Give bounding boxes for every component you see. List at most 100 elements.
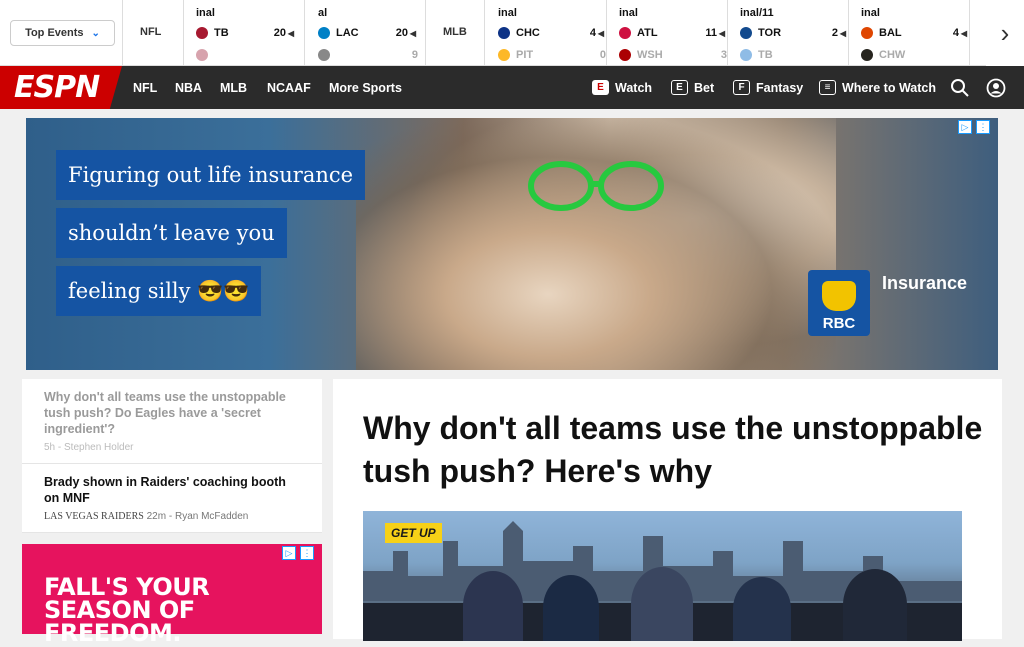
nav-link-nba[interactable]: NBA bbox=[175, 66, 202, 109]
bet-icon: E bbox=[671, 80, 688, 95]
article-headline[interactable]: Why don't all teams use the unstoppable … bbox=[363, 407, 983, 493]
team-score: 20 bbox=[395, 27, 408, 39]
team-row: CHW bbox=[861, 49, 969, 61]
divider bbox=[304, 0, 305, 66]
chevron-right-icon: › bbox=[1000, 17, 1010, 48]
scores-next-button[interactable]: › bbox=[986, 0, 1024, 66]
divider bbox=[484, 0, 485, 66]
team-row: TB bbox=[740, 49, 848, 61]
winner-arrow-icon: ◀ bbox=[409, 28, 417, 38]
team-score: 20 bbox=[273, 27, 286, 39]
ad-menu-icon: ⋮ bbox=[300, 546, 314, 560]
bet-link[interactable]: E Bet bbox=[671, 66, 714, 109]
nav-link-ncaaf[interactable]: NCAAF bbox=[267, 66, 311, 109]
story-author: Stephen Holder bbox=[64, 442, 134, 453]
top-events-dropdown[interactable]: Top Events ⌄ bbox=[10, 20, 115, 46]
where-to-watch-label: Where to Watch bbox=[842, 80, 936, 95]
team-score: 3 bbox=[720, 49, 727, 61]
game-status: inal bbox=[196, 7, 215, 19]
team-logo-icon bbox=[619, 49, 631, 61]
league-label-mlb[interactable]: MLB bbox=[443, 26, 467, 38]
team-logo-icon bbox=[196, 49, 208, 61]
ad-tagline: Insurance bbox=[882, 273, 968, 293]
nav-link-more-sports[interactable]: More Sports bbox=[329, 66, 402, 109]
headlines-sidebar: Why don't all teams use the unstoppable … bbox=[22, 379, 322, 533]
winner-arrow-icon: ◀ bbox=[597, 28, 605, 38]
ad-headline-line-2: shouldn’t leave you bbox=[56, 208, 287, 258]
team-score: 4 bbox=[589, 27, 596, 39]
insurance-ad-banner[interactable]: Figuring out life insurance shouldn’t le… bbox=[26, 118, 998, 370]
game-card[interactable]: inal/11 TOR 2 ◀ TB bbox=[740, 0, 848, 66]
team-logo-icon bbox=[498, 27, 510, 39]
team-abbr: LAC bbox=[336, 27, 359, 39]
team-row: BAL 4 ◀ bbox=[861, 27, 969, 39]
sidebar-ad-text: FALL'S YOUR SEASON OF FREEDOM. bbox=[44, 573, 210, 647]
game-card[interactable]: inal BAL 4 ◀ CHW bbox=[861, 0, 969, 66]
host-figure bbox=[843, 569, 907, 641]
game-status: inal bbox=[619, 7, 638, 19]
list-item[interactable]: Brady shown in Raiders' coaching booth o… bbox=[22, 464, 322, 533]
team-score: 0 bbox=[599, 49, 606, 61]
team-logo-icon bbox=[740, 49, 752, 61]
team-row: LAC 20 ◀ bbox=[318, 27, 418, 39]
team-logo-icon bbox=[740, 27, 752, 39]
team-row: TB 20 ◀ bbox=[196, 27, 296, 39]
ad-choices[interactable]: ▷ ⋮ bbox=[282, 546, 314, 560]
team-abbr: TB bbox=[214, 27, 229, 39]
search-button[interactable] bbox=[950, 66, 970, 109]
watch-label: Watch bbox=[615, 80, 653, 95]
rbc-lion-icon bbox=[822, 281, 856, 311]
top-events-label: Top Events bbox=[25, 27, 84, 39]
main-nav: ESPN NFL NBA MLB NCAAF More Sports E Wat… bbox=[0, 66, 1024, 109]
divider bbox=[727, 0, 728, 66]
host-figure bbox=[733, 577, 791, 641]
story-time: 22m bbox=[146, 511, 167, 522]
hero-article: Why don't all teams use the unstoppable … bbox=[333, 379, 1002, 641]
fantasy-link[interactable]: F Fantasy bbox=[733, 66, 803, 109]
team-abbr: TOR bbox=[758, 27, 782, 39]
team-row: ATL 11 ◀ bbox=[619, 27, 727, 39]
game-status: inal/11 bbox=[740, 7, 774, 19]
story-meta: Las Vegas Raiders 22m - Ryan McFadden bbox=[44, 511, 249, 522]
story-title: Brady shown in Raiders' coaching booth o… bbox=[44, 475, 286, 505]
team-logo-icon bbox=[196, 27, 208, 39]
profile-button[interactable] bbox=[986, 66, 1006, 109]
ad-headline-line-3: feeling silly 😎😎 bbox=[56, 266, 262, 316]
ad-choices[interactable]: ▷ ⋮ bbox=[958, 120, 990, 134]
tv-guide-icon: ≡ bbox=[819, 80, 836, 95]
story-author: Ryan McFadden bbox=[174, 511, 249, 522]
game-card[interactable]: al LAC 20 ◀ 9 bbox=[318, 0, 418, 66]
story-meta: 5h - Stephen Holder bbox=[44, 442, 134, 453]
divider bbox=[848, 0, 849, 66]
bet-label: Bet bbox=[694, 80, 715, 95]
espn-logo[interactable]: ESPN bbox=[0, 66, 122, 109]
game-card[interactable]: inal CHC 4 ◀ PIT 0 bbox=[498, 0, 606, 66]
league-label-nfl[interactable]: NFL bbox=[140, 26, 161, 38]
team-abbr: TB bbox=[758, 49, 773, 61]
article-video[interactable]: GET UP bbox=[363, 511, 962, 641]
story-source: Las Vegas Raiders bbox=[44, 511, 144, 522]
team-logo-icon bbox=[861, 27, 873, 39]
game-card[interactable]: inal TB 20 ◀ bbox=[196, 0, 296, 66]
team-row bbox=[196, 49, 296, 61]
team-score: 11 bbox=[705, 27, 717, 39]
where-to-watch-link[interactable]: ≡ Where to Watch bbox=[819, 66, 936, 109]
team-abbr: BAL bbox=[879, 27, 902, 39]
game-card[interactable]: inal ATL 11 ◀ WSH 3 bbox=[619, 0, 727, 66]
host-figure bbox=[543, 575, 599, 641]
game-status: al bbox=[318, 7, 328, 19]
rbc-logo: RBC bbox=[808, 270, 870, 336]
team-row: WSH 3 bbox=[619, 49, 727, 61]
host-figure bbox=[631, 567, 693, 641]
show-badge: GET UP bbox=[385, 523, 442, 543]
divider bbox=[969, 0, 970, 66]
divider bbox=[606, 0, 607, 66]
green-glasses-graphic bbox=[528, 161, 664, 211]
sidebar-ad[interactable]: ▷ ⋮ FALL'S YOUR SEASON OF FREEDOM. bbox=[22, 544, 322, 645]
nav-link-nfl[interactable]: NFL bbox=[133, 66, 157, 109]
espn-logo-text: ESPN bbox=[14, 70, 100, 105]
team-abbr: WSH bbox=[637, 49, 663, 61]
list-item[interactable]: Why don't all teams use the unstoppable … bbox=[22, 379, 322, 464]
watch-link[interactable]: E Watch bbox=[592, 66, 652, 109]
nav-link-mlb[interactable]: MLB bbox=[220, 66, 247, 109]
